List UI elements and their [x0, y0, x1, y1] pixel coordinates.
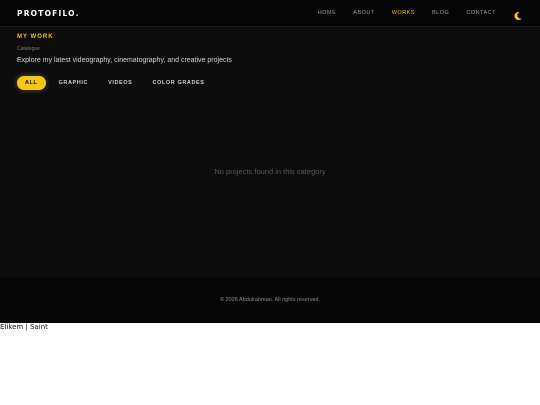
main-nav: HOME ABOUT WORKS BLOG CONTACT: [318, 10, 496, 16]
footer: © 2026 Abdulrahman. All rights reserved.: [0, 278, 540, 323]
moon-icon[interactable]: [513, 8, 523, 21]
portfolio-site: PROTOFILO. HOME ABOUT WORKS BLOG CONTACT…: [0, 0, 540, 323]
nav-link-home[interactable]: HOME: [318, 10, 337, 16]
nav-link-contact[interactable]: CONTACT: [466, 10, 496, 16]
filter-videos-button[interactable]: VIDEOS: [101, 76, 139, 90]
category-filters: ALL GRAPHIC VIDEOS COLOR GRADES: [17, 76, 212, 90]
filter-color-grades-button[interactable]: COLOR GRADES: [145, 76, 211, 90]
section-title: MY WORK: [17, 34, 54, 40]
works-section: [0, 28, 540, 278]
copyright-text: © 2026 Abdulrahman. All rights reserved.: [219, 297, 321, 303]
filter-all-button[interactable]: ALL: [17, 76, 46, 90]
brand-logo[interactable]: PROTOFILO.: [17, 9, 80, 18]
empty-state-message: No projects found in this category: [214, 167, 326, 176]
section-description: Explore my latest videography, cinematog…: [17, 57, 232, 64]
filter-graphic-button[interactable]: GRAPHIC: [52, 76, 96, 90]
nav-link-works[interactable]: WORKS: [392, 10, 415, 16]
navbar: PROTOFILO. HOME ABOUT WORKS BLOG CONTACT: [0, 0, 540, 27]
section-subtitle: Catalogue: [17, 46, 40, 52]
nav-link-blog[interactable]: BLOG: [432, 10, 449, 16]
nav-link-about[interactable]: ABOUT: [353, 10, 374, 16]
below-page-text: Elikem | Saint: [0, 323, 48, 331]
